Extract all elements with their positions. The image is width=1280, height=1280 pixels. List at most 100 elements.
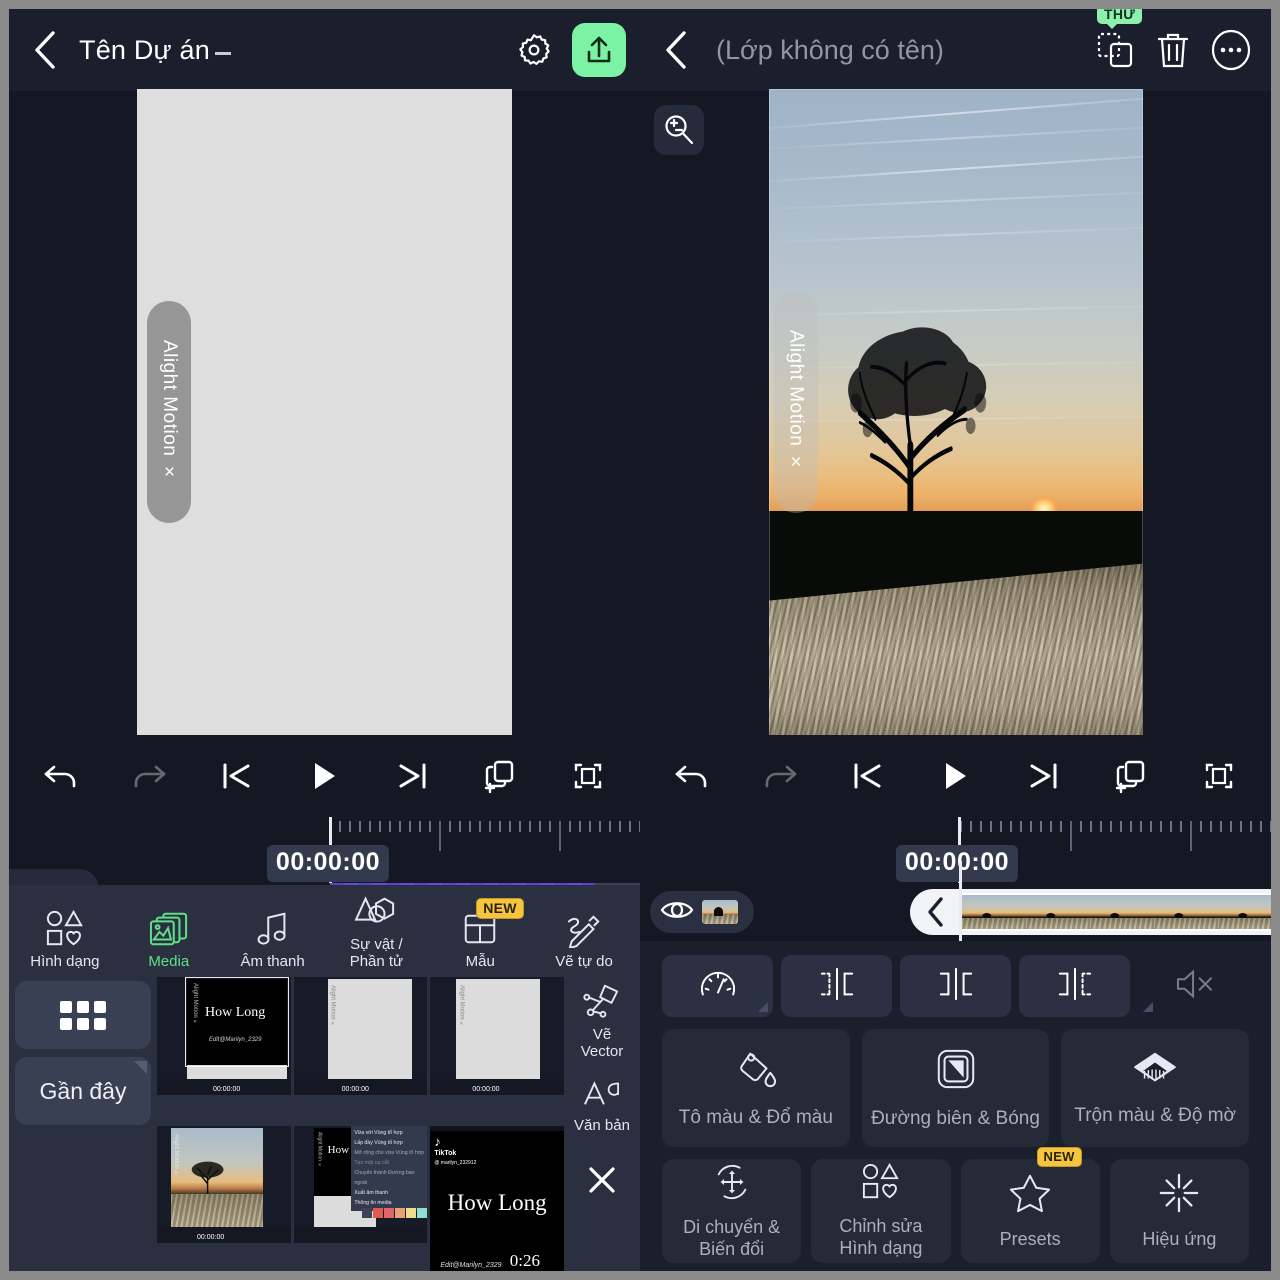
fit-frame-icon[interactable] <box>1191 748 1247 804</box>
title-edit-cursor <box>214 51 231 55</box>
page-title[interactable]: Tên Dự án <box>79 35 231 66</box>
trim-right-tool[interactable] <box>1019 955 1130 1017</box>
track-playhead[interactable] <box>959 861 962 947</box>
skip-to-end-icon[interactable] <box>1015 748 1071 804</box>
layer-title[interactable]: (Lớp không có tên) <box>716 35 944 66</box>
tool-presets[interactable]: NEW Presets <box>960 1147 1100 1263</box>
zoom-in-out-icon[interactable] <box>654 105 704 155</box>
timecode-chip: 00:00:00 <box>895 845 1018 882</box>
right-timeline-ruler[interactable]: 00:00:00 <box>640 817 1271 885</box>
artboard-photo[interactable]: Alight Motion × <box>768 89 1143 753</box>
grid-view-button[interactable] <box>15 981 151 1049</box>
undo-icon[interactable] <box>33 748 89 804</box>
layer-visibility-toggle[interactable] <box>650 891 754 933</box>
fit-frame-icon[interactable] <box>560 748 616 804</box>
play-icon[interactable] <box>296 748 352 804</box>
category-label: Sự vật / Phần tử <box>349 936 404 971</box>
split-center-icon <box>933 966 979 1007</box>
category-label: Mẫu <box>465 953 495 971</box>
back-button[interactable] <box>654 28 698 72</box>
text-aa-icon <box>581 1074 623 1115</box>
artboard-empty[interactable]: Alight Motion × <box>137 89 512 752</box>
category-shapes[interactable]: Hình dạng <box>13 908 117 977</box>
split-tool[interactable] <box>900 955 1011 1017</box>
gear-icon[interactable] <box>508 24 560 76</box>
more-options-icon[interactable] <box>1205 24 1257 76</box>
tool-text[interactable]: Văn bản <box>574 1074 630 1135</box>
recent-filter-button[interactable]: Gần đây <box>15 1057 151 1125</box>
redo-icon[interactable] <box>121 748 177 804</box>
selected-clip[interactable] <box>910 889 1271 935</box>
category-elements[interactable]: Sự vật / Phần tử <box>324 891 428 977</box>
category-templates[interactable]: NEW Mẫu <box>428 898 532 977</box>
tool-blend-opacity[interactable]: Trộn màu & Độ mờ <box>1061 1029 1250 1147</box>
new-badge: NEW <box>1036 1147 1082 1167</box>
tools-row-medium: Tô màu & Đổ màu Đường biên & Bóng Trộn m… <box>662 1029 1250 1147</box>
watermark-badge[interactable]: Alight Motion × <box>147 301 191 523</box>
move-transform-icon <box>710 1162 754 1207</box>
recent-label: Gần đây <box>39 1077 127 1104</box>
blend-opacity-icon <box>1131 1050 1179 1093</box>
expand-corner-icon <box>1143 1002 1153 1012</box>
skip-to-end-icon[interactable] <box>384 748 440 804</box>
browser-side-right: Vẽ Vector Văn bản <box>566 981 638 1202</box>
right-playback-toolbar <box>640 735 1271 817</box>
add-layer-icon[interactable] <box>1103 748 1159 804</box>
category-media[interactable]: Media <box>117 908 221 977</box>
paint-bucket-icon <box>733 1048 779 1095</box>
tool-vector-draw[interactable]: Vẽ Vector <box>581 981 623 1060</box>
category-bar: Hình dạng Media Âm thanh Sự vật / Phần t… <box>9 885 640 977</box>
category-label: Âm thanh <box>240 953 305 971</box>
thumb-context-menu[interactable]: Alight Motion × How Vừa với Vùng tổ hợp … <box>293 1125 428 1271</box>
thumb-blank-project-1[interactable]: Alight Motion × 00:00:00 <box>293 977 428 1123</box>
tool-label: Presets <box>999 1228 1061 1249</box>
close-icon <box>585 1163 619 1202</box>
thumb-tiktok-how-long[interactable]: ♪ TikTok @ marilyn_232912 How Long Edit@Ma… <box>430 1125 564 1271</box>
add-media-sheet: Hình dạng Media Âm thanh Sự vật / Phần t… <box>9 885 640 1271</box>
right-header: (Lớp không có tên) THỬ <box>640 9 1271 91</box>
undo-icon[interactable] <box>664 748 720 804</box>
thumb-blank-project-2[interactable]: Alight Motion × 00:00:00 <box>430 977 564 1123</box>
skip-to-start-icon[interactable] <box>209 748 265 804</box>
tool-effects[interactable]: Hiệu ứng <box>1109 1159 1249 1263</box>
elements-icon <box>354 891 398 931</box>
split-left-icon <box>814 966 860 1007</box>
expand-corner-icon <box>758 1002 768 1012</box>
play-icon[interactable] <box>927 748 983 804</box>
close-sheet-button[interactable] <box>585 1163 619 1202</box>
export-button[interactable] <box>572 23 626 77</box>
dropdown-corner-icon <box>134 1061 147 1074</box>
mute-tool[interactable] <box>1138 955 1249 1017</box>
trash-icon[interactable] <box>1147 24 1199 76</box>
thumb-sunset-photo[interactable]: Alight Motion × 00:00:00 <box>157 1125 291 1271</box>
project-title-text: Tên Dự án <box>79 34 210 65</box>
duplicate-layer-icon[interactable]: THỬ <box>1089 9 1143 76</box>
star-icon <box>1008 1172 1052 1219</box>
tool-border-shadow[interactable]: Đường biên & Bóng <box>861 1029 1050 1147</box>
speedometer-icon <box>699 966 737 1007</box>
add-layer-icon[interactable] <box>472 748 528 804</box>
speed-tool[interactable] <box>662 955 773 1017</box>
watermark-text: Alight Motion × <box>785 330 807 474</box>
tool-label: Đường biên & Bóng <box>871 1107 1040 1129</box>
browser-side-left: Gần đây <box>15 981 151 1125</box>
screenshot-stage: Tên Dự án Alight Motion × 00:00:00 Hình … <box>0 0 1280 1280</box>
tool-label: Văn bản <box>574 1117 630 1134</box>
back-button[interactable] <box>23 28 67 72</box>
tool-move-transform[interactable]: Di chuyển & Biến đổi <box>662 1159 802 1263</box>
skip-to-start-icon[interactable] <box>840 748 896 804</box>
tool-fill-color[interactable]: Tô màu & Đổ màu <box>662 1029 850 1147</box>
category-freehand[interactable]: Vẽ tự do <box>532 908 636 977</box>
category-audio[interactable]: Âm thanh <box>221 908 325 977</box>
redo-icon[interactable] <box>752 748 808 804</box>
mute-speaker-icon <box>1172 967 1216 1006</box>
thumb-how-long-edit[interactable]: Alight Motion × How Long Edit@Marilyn_23… <box>157 977 291 1123</box>
tools-row-square: Di chuyển & Biến đổi Chỉnh sửa Hình dạng N… <box>662 1147 1249 1263</box>
watermark-badge[interactable]: Alight Motion × <box>773 291 818 513</box>
clip-left-handle[interactable] <box>910 889 962 935</box>
trim-left-tool[interactable] <box>781 955 892 1017</box>
left-timeline-ruler[interactable]: 00:00:00 <box>9 817 640 885</box>
layer-tools-panel: Tô màu & Đổ màu Đường biên & Bóng Trộn m… <box>640 941 1271 1271</box>
right-panel-layer-editor: (Lớp không có tên) THỬ Alight Motion × 0… <box>640 0 1280 1280</box>
tool-edit-shape[interactable]: Chỉnh sửa Hình dạng <box>811 1159 951 1263</box>
